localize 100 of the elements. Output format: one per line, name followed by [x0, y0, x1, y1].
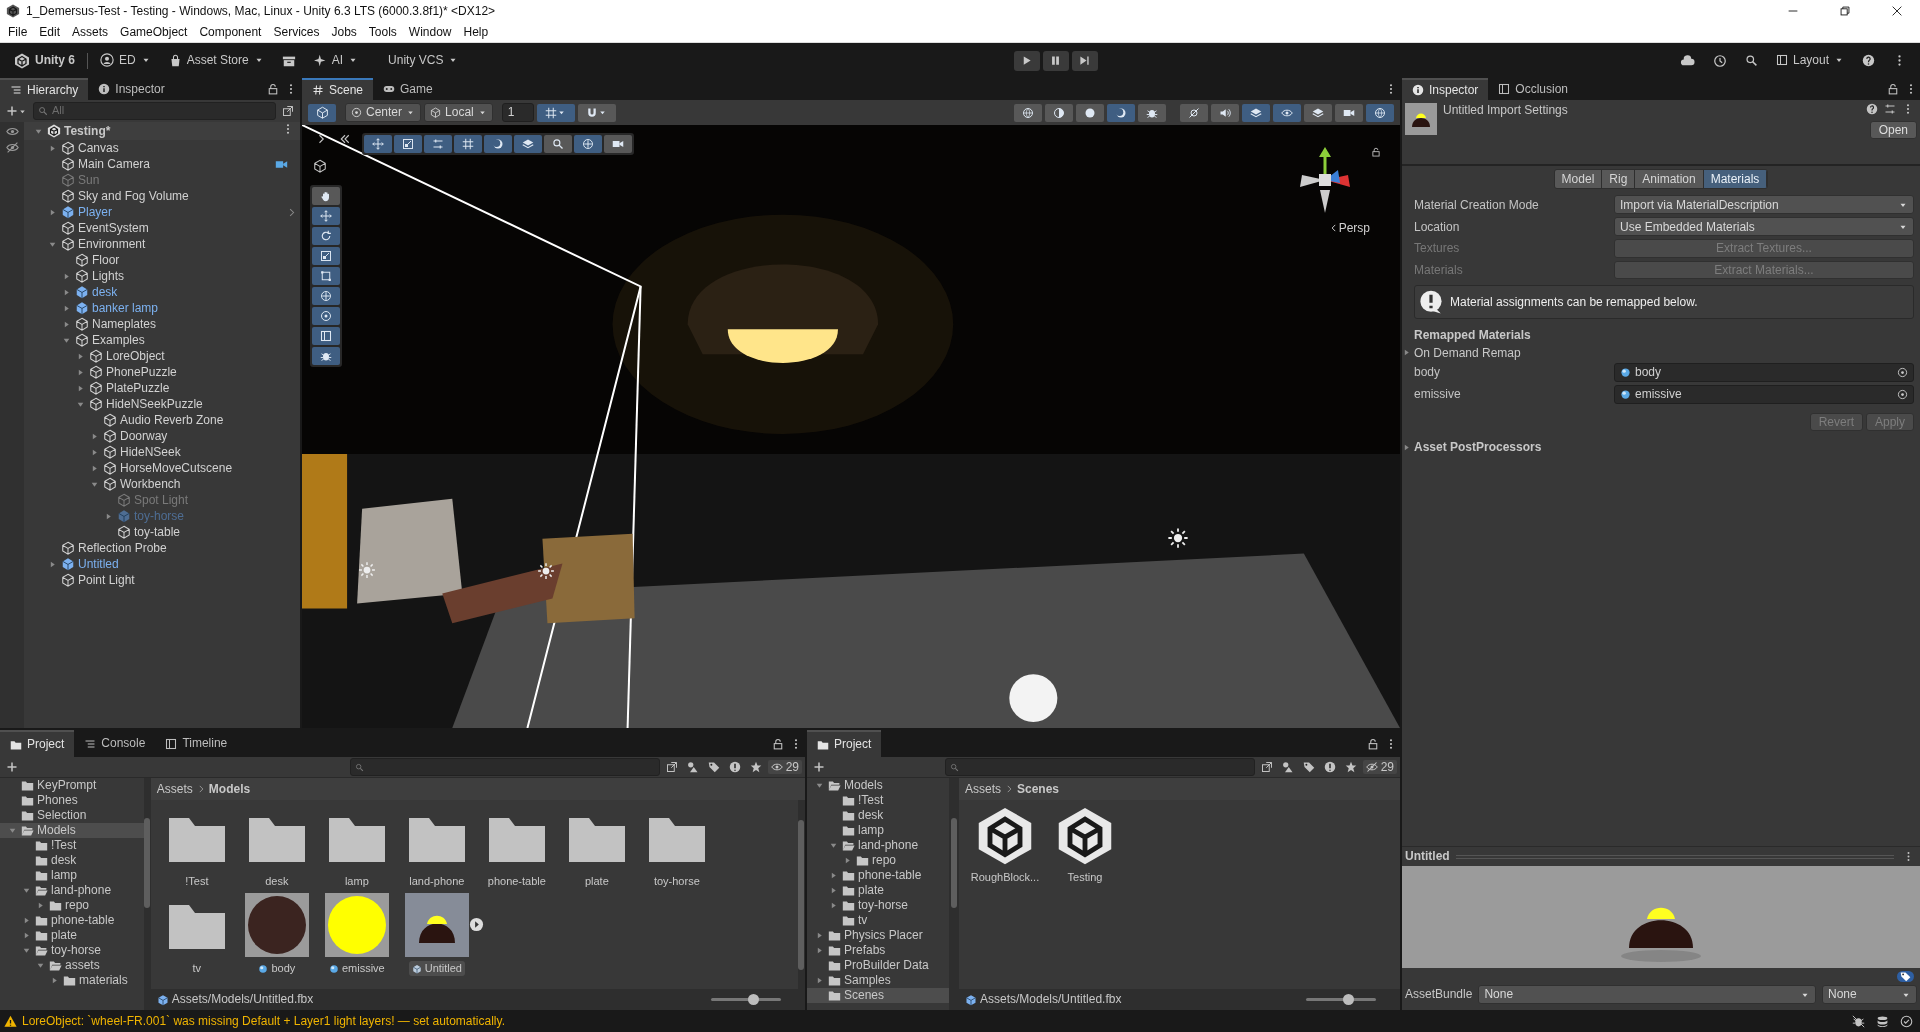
hierarchy-item[interactable]: Player	[78, 204, 112, 220]
panel-tab[interactable]: Console	[74, 730, 156, 757]
hierarchy-item[interactable]: EventSystem	[78, 220, 149, 236]
import-tab[interactable]: Animation	[1635, 170, 1704, 189]
asset-item[interactable]: desk	[262, 874, 292, 890]
asset-bundle-dropdown[interactable]: None	[1478, 985, 1816, 1004]
panel-tab[interactable]: Timeline	[155, 730, 238, 757]
material-field[interactable]: emissive	[1614, 384, 1914, 404]
folder-item[interactable]: Samples	[844, 973, 891, 988]
asset-item[interactable]: body	[255, 961, 299, 977]
hierarchy-item[interactable]: HorseMoveCutscene	[120, 460, 233, 476]
import-tab[interactable]: Model	[1554, 170, 1603, 189]
hierarchy-item[interactable]: PlatePuzzle	[106, 380, 170, 396]
asset-item[interactable]: lamp	[341, 874, 372, 890]
folder-item[interactable]: ProBuilder Data	[844, 958, 929, 973]
dropdown-field[interactable]: Import via MaterialDescription	[1614, 195, 1914, 215]
hierarchy-item[interactable]: Reflection Probe	[78, 540, 167, 556]
pivot-dropdown[interactable]: Center	[345, 103, 422, 122]
foldout-label[interactable]: On Demand Remap	[1414, 345, 1521, 360]
hierarchy-item[interactable]: PhonePuzzle	[106, 364, 177, 380]
hierarchy-item[interactable]: Main Camera	[78, 156, 151, 172]
menu-item[interactable]: Help	[457, 24, 495, 40]
folder-item[interactable]: lamp	[51, 868, 77, 883]
asset-item[interactable]: Testing	[1064, 870, 1106, 886]
asset-item[interactable]: tv	[189, 961, 205, 977]
hierarchy-item[interactable]: Sky and Fog Volume	[78, 188, 189, 204]
hierarchy-item[interactable]: desk	[92, 284, 118, 300]
foldout-label[interactable]: Asset PostProcessors	[1414, 440, 1542, 455]
hierarchy-item[interactable]: Untitled	[78, 556, 119, 572]
hierarchy-item[interactable]: Audio Reverb Zone	[120, 412, 224, 428]
hierarchy-item[interactable]: Examples	[92, 332, 145, 348]
menu-item[interactable]: GameObject	[114, 24, 194, 40]
panel-tab[interactable]: Game	[373, 78, 443, 100]
asset-item[interactable]: RoughBlock...	[967, 870, 1043, 886]
folder-item[interactable]: land-phone	[51, 883, 112, 898]
status-message[interactable]: LoreObject: `wheel-FR.001` was missing Default + Layer1 light layers! — set automatically.	[22, 1013, 505, 1029]
hierarchy-item[interactable]: LoreObject	[106, 348, 165, 364]
asset-item[interactable]: land-phone	[406, 874, 468, 890]
menu-item[interactable]: Services	[267, 24, 326, 40]
folder-item[interactable]: desk	[51, 853, 77, 868]
folder-item[interactable]: Selection	[37, 808, 87, 823]
panel-tab[interactable]: Inspector	[88, 78, 175, 100]
panel-tab[interactable]: Hierarchy	[0, 78, 89, 100]
folder-item[interactable]: Prefabs	[844, 943, 886, 958]
breadcrumb-item[interactable]: Scenes	[1017, 781, 1060, 797]
menu-item[interactable]: Tools	[362, 24, 403, 40]
hierarchy-item[interactable]: Lights	[92, 268, 125, 284]
folder-item[interactable]: toy-horse	[858, 898, 909, 913]
version-control-dropdown[interactable]: Unity VCS	[382, 51, 465, 70]
asset-item[interactable]: plate	[581, 874, 612, 890]
menu-item[interactable]: Edit	[33, 24, 67, 40]
hierarchy-item[interactable]: Canvas	[78, 140, 119, 156]
hierarchy-item[interactable]: HideNSeek	[120, 444, 181, 460]
folder-item[interactable]: toy-horse	[51, 943, 102, 958]
hierarchy-item[interactable]: Environment	[78, 236, 146, 252]
material-field[interactable]: body	[1614, 362, 1914, 382]
import-tab[interactable]: Rig	[1602, 170, 1636, 189]
grid-size-field[interactable]: 1	[501, 103, 534, 122]
breadcrumb-item[interactable]: Assets	[965, 781, 1001, 797]
variant-dropdown[interactable]: None	[1822, 985, 1917, 1004]
folder-item[interactable]: tv	[858, 913, 868, 928]
menu-item[interactable]: Jobs	[325, 24, 363, 40]
menu-item[interactable]: Assets	[66, 24, 115, 40]
hierarchy-item[interactable]: HideNSeekPuzzle	[106, 396, 203, 412]
menu-item[interactable]: File	[2, 24, 34, 40]
scene-name[interactable]: Testing*	[64, 123, 111, 139]
panel-tab[interactable]: Project	[0, 730, 75, 757]
folder-item[interactable]: land-phone	[858, 838, 919, 853]
folder-item[interactable]: Models	[844, 778, 883, 793]
menu-item[interactable]: Component	[193, 24, 268, 40]
asset-item[interactable]: !Test	[182, 874, 212, 890]
account-dropdown[interactable]: ED	[94, 51, 157, 70]
folder-item[interactable]: phone-table	[858, 868, 922, 883]
hierarchy-item[interactable]: banker lamp	[92, 300, 159, 316]
hierarchy-item[interactable]: toy-table	[134, 524, 181, 540]
asset-item[interactable]: toy-horse	[650, 874, 703, 890]
panel-tab[interactable]: Scene	[302, 78, 374, 100]
folder-item[interactable]: materials	[79, 973, 128, 988]
hierarchy-item[interactable]: Floor	[92, 252, 120, 268]
open-button[interactable]: Open	[1869, 121, 1917, 140]
hierarchy-item[interactable]: Workbench	[120, 476, 181, 492]
folder-item[interactable]: Physics Placer	[844, 928, 923, 943]
dropdown-field[interactable]: Use Embedded Materials	[1614, 217, 1914, 237]
folder-item[interactable]: repo	[872, 853, 897, 868]
panel-tab[interactable]: Inspector	[1402, 78, 1489, 100]
ai-dropdown[interactable]: AI	[307, 51, 365, 70]
layout-dropdown[interactable]: Layout	[1769, 51, 1850, 70]
folder-item[interactable]: plate	[51, 928, 78, 943]
folder-item[interactable]: assets	[65, 958, 100, 973]
perspective-label[interactable]: Persp	[1338, 221, 1370, 236]
folder-item[interactable]: !Test	[51, 838, 77, 853]
asset-item[interactable]: Untitled	[408, 961, 465, 977]
hierarchy-item[interactable]: Nameplates	[92, 316, 157, 332]
panel-tab[interactable]: Occlusion	[1488, 78, 1579, 100]
panel-tab[interactable]: Project	[807, 730, 882, 757]
unity-menu-button[interactable]: Unity 6	[8, 50, 81, 71]
space-dropdown[interactable]: Local	[424, 103, 493, 122]
menu-item[interactable]: Window	[402, 24, 458, 40]
folder-item[interactable]: repo	[65, 898, 90, 913]
folder-item[interactable]: Phones	[37, 793, 78, 808]
